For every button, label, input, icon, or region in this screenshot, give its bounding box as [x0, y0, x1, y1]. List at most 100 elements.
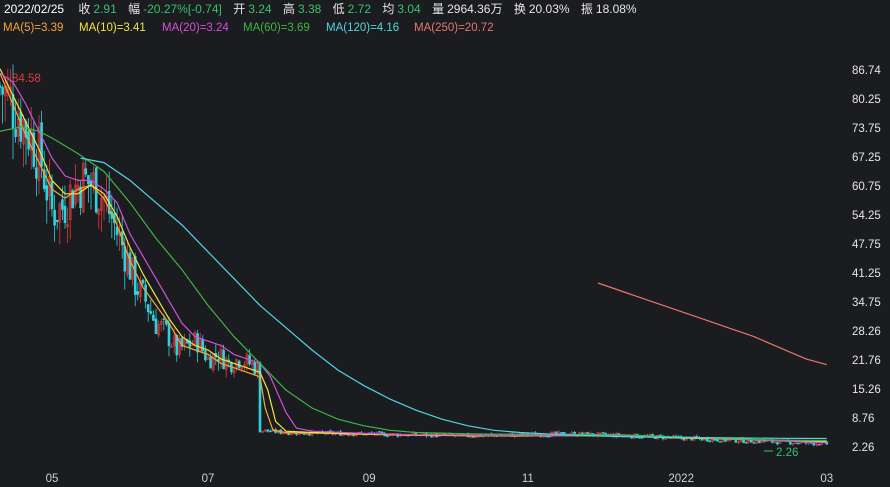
candle-body — [61, 199, 64, 210]
candle-body — [776, 442, 779, 445]
candle-body — [84, 168, 88, 175]
high-mark-label: 84.58 — [12, 73, 41, 85]
ma-legend: MA(5)=3.39 MA(10)=3.41 MA(20)=3.24 MA(60… — [0, 19, 890, 37]
legend-ma20: MA(20)=3.24 — [162, 22, 229, 34]
candle-body — [196, 333, 199, 353]
legend-ma60: MA(60)=3.69 — [243, 22, 310, 34]
candle-body — [144, 284, 147, 302]
candle-body — [752, 442, 756, 444]
candle-body — [308, 433, 311, 436]
quote-date: 2022/02/25 — [4, 2, 65, 16]
candle-body — [266, 429, 270, 432]
candlestick-series — [0, 64, 829, 447]
y-tick-label: 21.76 — [852, 355, 881, 367]
low-label: 低 — [332, 2, 345, 16]
avg-label: 均 — [382, 2, 395, 16]
candle-body — [789, 441, 792, 445]
candle-body — [269, 430, 272, 433]
candle-body — [146, 304, 150, 313]
candle-body — [136, 291, 140, 295]
candle-body — [79, 186, 82, 209]
x-tick-label: 07 — [202, 473, 215, 485]
x-tick-label: 11 — [522, 473, 534, 485]
y-tick-label: 8.76 — [852, 413, 874, 425]
price-axis: 86.74 80.25 73.75 67.25 60.75 54.25 47.75 41.25… — [852, 65, 881, 454]
candle-body — [237, 360, 241, 368]
candle-body — [204, 350, 207, 361]
candle-body — [63, 205, 67, 224]
y-tick-label: 86.74 — [852, 65, 881, 77]
candle-body — [154, 318, 158, 334]
candle-body — [149, 311, 153, 314]
y-tick-label: 67.25 — [852, 152, 881, 164]
candle-body — [201, 339, 205, 352]
close-label: 收 — [78, 2, 91, 16]
candle-body — [347, 434, 350, 436]
candle-body — [253, 362, 257, 375]
y-tick-label: 2.26 — [852, 442, 874, 454]
candle-body — [708, 440, 712, 442]
candle-body — [1, 87, 4, 95]
candle-body — [718, 441, 722, 443]
candle-body — [352, 434, 355, 436]
change-value: -20.27%[-0.74] — [143, 2, 222, 16]
candle-body — [378, 431, 381, 433]
avg-value: 3.04 — [397, 2, 421, 16]
candle-body — [386, 435, 389, 437]
candle-body — [133, 256, 137, 295]
y-tick-label: 54.25 — [852, 210, 881, 222]
legend-ma250: MA(250)=20.72 — [414, 22, 494, 34]
turnover-label: 换 — [513, 2, 526, 16]
open-value: 3.24 — [248, 2, 272, 16]
candle-body — [547, 436, 550, 438]
candle-body — [638, 437, 641, 439]
y-tick-label: 15.26 — [852, 384, 881, 396]
candle-body — [14, 129, 17, 138]
candle-body — [167, 322, 171, 347]
y-tick-label: 60.75 — [852, 181, 881, 193]
candle-body — [757, 440, 761, 443]
candle-body — [812, 442, 816, 446]
candle-body — [744, 442, 748, 444]
candle-body — [716, 439, 719, 442]
change-label: 幅 — [128, 2, 141, 16]
candle-body — [45, 185, 49, 201]
candle-body — [11, 94, 15, 129]
candle-body — [209, 356, 212, 369]
candle-body — [141, 279, 145, 284]
ma-line-ma120 — [80, 157, 827, 440]
candle-body — [0, 85, 2, 88]
open-label: 开 — [233, 2, 246, 16]
legend-ma5: MA(5)=3.39 — [3, 22, 64, 34]
amplitude-value: 18.08% — [595, 2, 637, 16]
x-tick-label: 09 — [363, 473, 376, 485]
candle-body — [302, 433, 306, 435]
candle-body — [50, 181, 54, 210]
candle-body — [35, 167, 38, 179]
y-tick-label: 80.25 — [852, 94, 881, 106]
x-tick-label: 05 — [46, 473, 59, 485]
candle-body — [53, 209, 56, 226]
candle-body — [560, 432, 563, 434]
candle-body — [128, 252, 132, 280]
candle-body — [471, 436, 475, 438]
candle-body — [555, 431, 558, 435]
x-tick-label: 03 — [820, 473, 833, 485]
time-axis: 05 07 09 11 2022 03 — [46, 473, 834, 485]
candle-body — [152, 314, 155, 321]
volume-value: 2964.36万 — [447, 2, 503, 16]
low-mark-label: 2.26 — [776, 447, 798, 459]
candle-body — [817, 443, 821, 446]
legend-ma10: MA(10)=3.41 — [79, 22, 146, 34]
x-tick-label: 2022 — [668, 473, 694, 485]
amplitude-label: 振 — [580, 2, 593, 16]
candle-body — [40, 122, 43, 167]
volume-label: 量 — [432, 2, 445, 16]
candle-body — [162, 318, 166, 320]
candle-body — [380, 431, 384, 434]
low-value: 2.72 — [347, 2, 372, 16]
y-tick-label: 28.26 — [852, 326, 881, 338]
kline-chart[interactable]: 86.74 80.25 73.75 67.25 60.75 54.25 47.75 41.25… — [0, 40, 890, 487]
close-value: 2.91 — [93, 2, 117, 16]
extreme-markers: 84.58 2.26 — [2, 73, 798, 459]
